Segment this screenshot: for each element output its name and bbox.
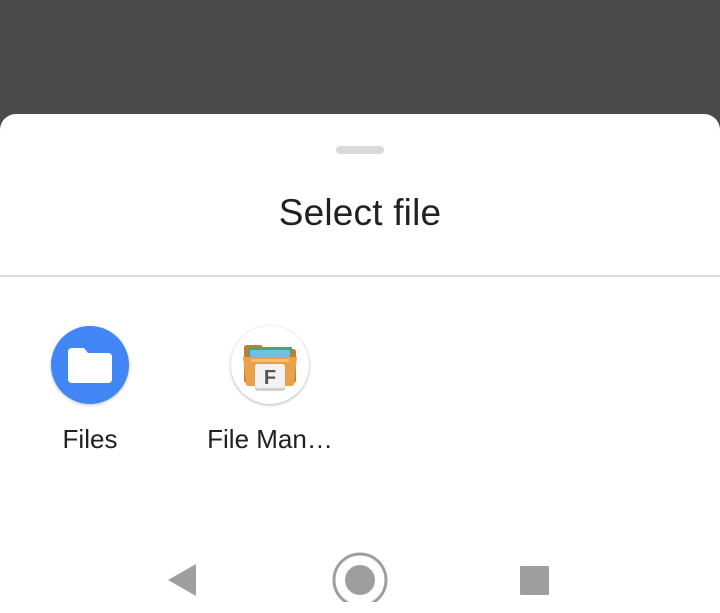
- navigation-bar: [0, 526, 720, 613]
- home-icon: [332, 552, 388, 602]
- back-button[interactable]: [152, 542, 212, 602]
- recents-icon: [520, 566, 549, 595]
- app-files[interactable]: Files: [10, 326, 170, 455]
- folder-icon: [51, 326, 129, 404]
- file-manager-icon: F: [231, 326, 309, 404]
- recents-button[interactable]: [504, 542, 564, 602]
- app-label-file-manager: File Man…: [207, 424, 333, 454]
- background-scrim[interactable]: [0, 0, 720, 116]
- divider: [0, 275, 720, 277]
- app-file-manager[interactable]: F File Man…: [190, 326, 350, 455]
- app-label-files: Files: [62, 424, 118, 454]
- back-icon: [168, 564, 196, 596]
- sheet-title: Select file: [278, 192, 442, 233]
- drag-handle[interactable]: [336, 146, 384, 154]
- bottom-sheet: Select file Files F File Man…: [0, 114, 720, 613]
- svg-text:F: F: [264, 367, 276, 389]
- home-button[interactable]: [330, 542, 390, 602]
